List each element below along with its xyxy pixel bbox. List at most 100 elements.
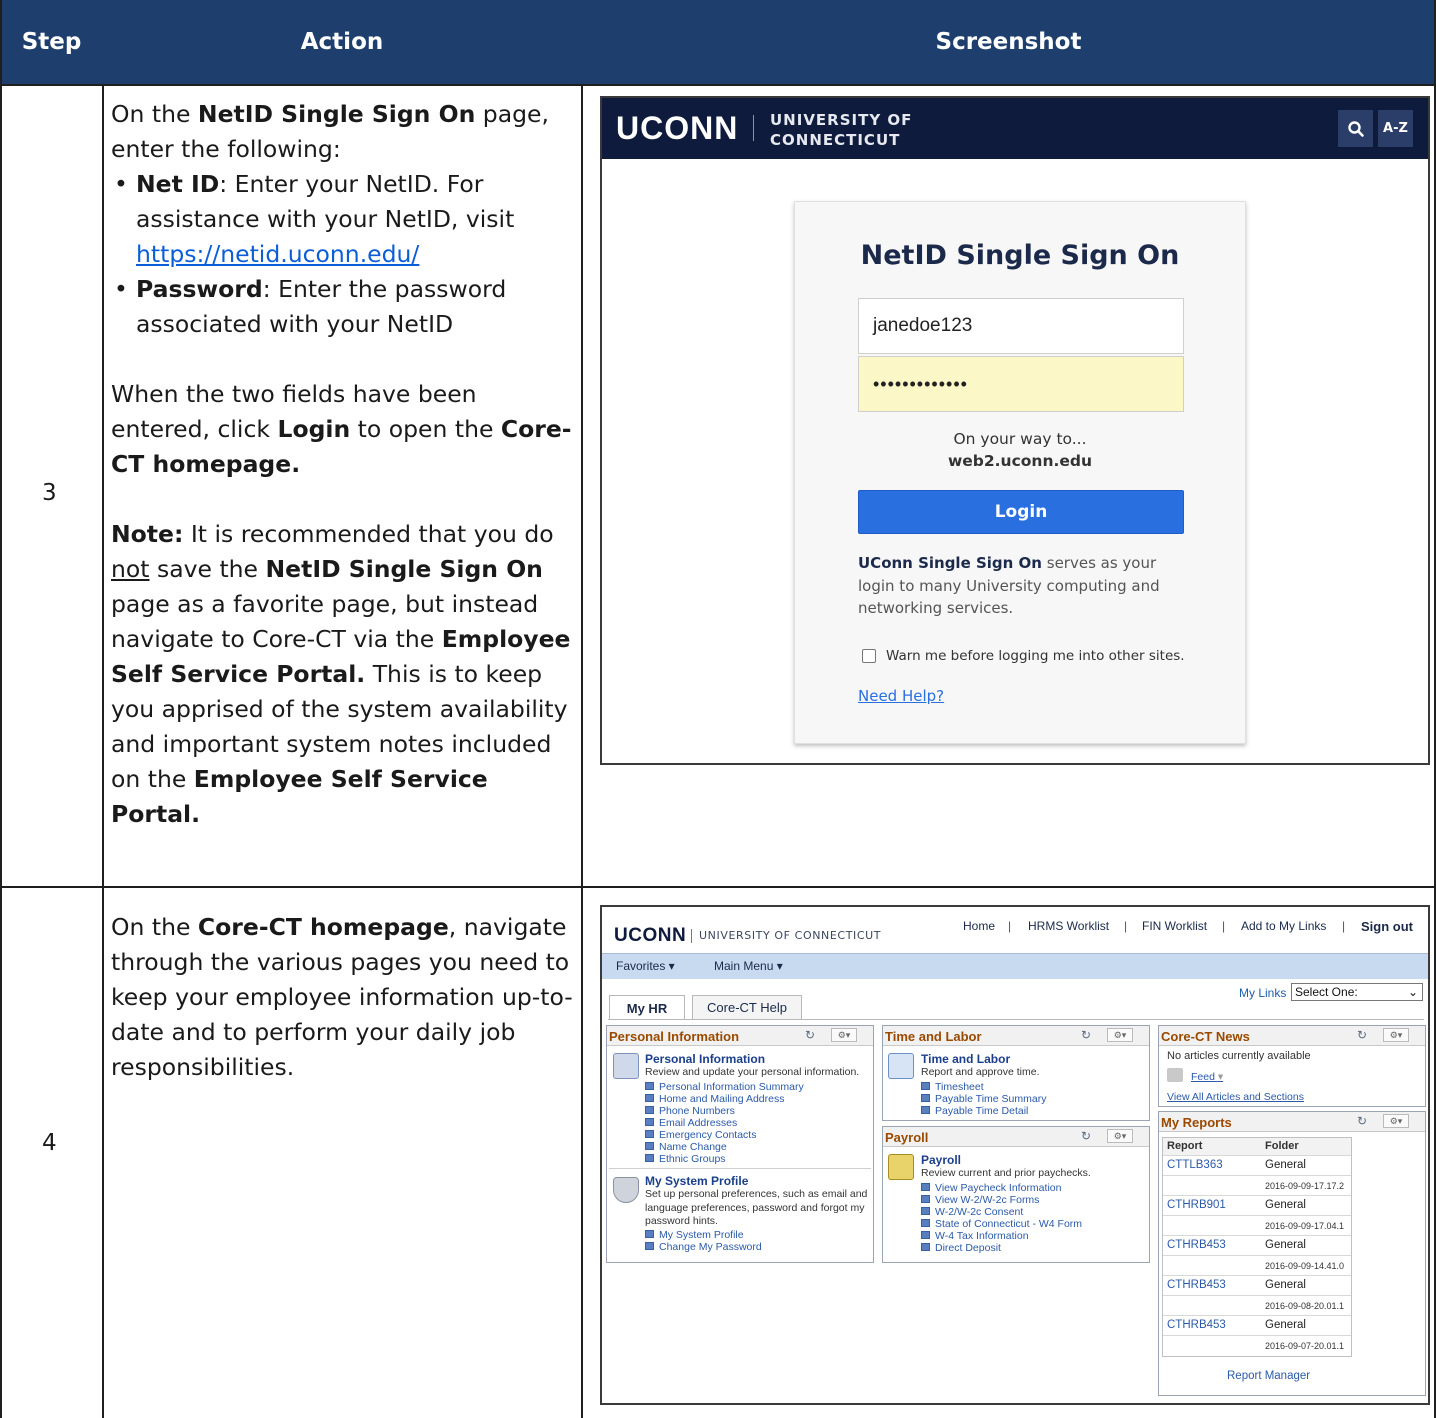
shield-icon bbox=[613, 1177, 639, 1203]
pagelet-corect-news: Core-CT News ↻ ⚙▾ No articles currently … bbox=[1158, 1025, 1426, 1107]
my-links-select[interactable]: Select One: ⌄ bbox=[1291, 983, 1423, 1001]
netid-help-link[interactable]: https://netid.uconn.edu/ bbox=[136, 240, 419, 268]
block-description: Set up personal preferences, such as ema… bbox=[645, 1188, 868, 1227]
link-home-mailing-address[interactable]: Home and Mailing Address bbox=[645, 1093, 784, 1106]
link-ct-w4-form[interactable]: State of Connecticut - W4 Form bbox=[921, 1218, 1082, 1231]
link-phone-numbers[interactable]: Phone Numbers bbox=[645, 1105, 735, 1118]
link-w4-tax-info[interactable]: W-4 Tax Information bbox=[921, 1230, 1029, 1243]
refresh-icon[interactable]: ↻ bbox=[1081, 1129, 1091, 1143]
link-view-w2-forms[interactable]: View W-2/W-2c Forms bbox=[921, 1194, 1039, 1207]
block-title[interactable]: Payroll bbox=[921, 1153, 961, 1167]
feed-link[interactable]: Feed ▾ bbox=[1191, 1071, 1223, 1084]
step-number: 3 bbox=[42, 480, 57, 506]
warn-checkbox[interactable] bbox=[862, 649, 876, 663]
block-title[interactable]: Personal Information bbox=[645, 1052, 765, 1066]
link-w2-consent[interactable]: W-2/W-2c Consent bbox=[921, 1206, 1023, 1219]
block-description: Report and approve time. bbox=[921, 1066, 1040, 1078]
menu-main-menu[interactable]: Main Menu ▾ bbox=[714, 959, 783, 973]
report-manager-link[interactable]: Report Manager bbox=[1227, 1370, 1310, 1383]
link-timesheet[interactable]: Timesheet bbox=[921, 1081, 984, 1094]
table-row[interactable]: CTHRB901 General bbox=[1163, 1196, 1351, 1216]
link-personal-info-summary[interactable]: Personal Information Summary bbox=[645, 1081, 804, 1094]
pagelet-time-and-labor: Time and Labor ↻ ⚙▾ Time and Labor Repor… bbox=[882, 1025, 1150, 1121]
nav-sign-out[interactable]: Sign out bbox=[1361, 919, 1413, 934]
login-button[interactable]: Login bbox=[858, 490, 1184, 534]
table-row[interactable]: CTHRB453 General bbox=[1163, 1316, 1351, 1336]
table-header-row: Report Folder bbox=[1163, 1138, 1351, 1156]
table-row: 2016-09-09-14.41.0 bbox=[1163, 1256, 1351, 1276]
refresh-icon[interactable]: ↻ bbox=[805, 1028, 815, 1042]
table-row[interactable]: CTHRB453 General bbox=[1163, 1276, 1351, 1296]
link-view-paycheck[interactable]: View Paycheck Information bbox=[921, 1182, 1061, 1195]
link-my-system-profile[interactable]: My System Profile bbox=[645, 1229, 744, 1242]
block-title[interactable]: My System Profile bbox=[645, 1174, 748, 1188]
netid-input[interactable]: janedoe123 bbox=[858, 298, 1184, 354]
pagelet-divider bbox=[609, 1168, 871, 1169]
link-change-password[interactable]: Change My Password bbox=[645, 1241, 762, 1254]
menu-bar: Favorites ▾ Main Menu ▾ bbox=[602, 953, 1428, 979]
logo-divider bbox=[753, 115, 754, 141]
pagelet-title: Personal Information bbox=[609, 1029, 740, 1044]
corect-top-bar: UCONN UNIVERSITY OF CONNECTICUT Home | H… bbox=[602, 907, 1428, 953]
grid-col1 bbox=[102, 84, 104, 1418]
password-input[interactable]: ••••••••••••• bbox=[858, 356, 1184, 412]
grid-col2 bbox=[581, 84, 583, 1418]
pagelet-title: Time and Labor bbox=[885, 1029, 982, 1044]
settings-icon[interactable]: ⚙▾ bbox=[831, 1028, 857, 1042]
netid-sso-screenshot: UCONN UNIVERSITY OF CONNECTICUT A-Z NetI… bbox=[600, 96, 1430, 765]
header-action: Action bbox=[300, 29, 384, 55]
link-ethnic-groups[interactable]: Ethnic Groups bbox=[645, 1153, 726, 1166]
nav-separator: | bbox=[1008, 919, 1012, 933]
column-report: Report bbox=[1167, 1140, 1203, 1152]
a-z-button[interactable]: A-Z bbox=[1378, 110, 1413, 147]
calendar-clock-icon bbox=[888, 1053, 914, 1079]
need-help-link[interactable]: Need Help? bbox=[858, 687, 944, 705]
table-row[interactable]: CTHRB453 General bbox=[1163, 1236, 1351, 1256]
nav-fin-worklist[interactable]: FIN Worklist bbox=[1142, 919, 1207, 933]
pagelet-header: My Reports ↻ ⚙▾ bbox=[1159, 1112, 1425, 1132]
university-name: UNIVERSITY OF CONNECTICUT bbox=[770, 111, 913, 149]
link-email-addresses[interactable]: Email Addresses bbox=[645, 1117, 737, 1130]
block-description: Review and update your personal informat… bbox=[645, 1066, 860, 1078]
link-payable-time-summary[interactable]: Payable Time Summary bbox=[921, 1093, 1046, 1106]
link-emergency-contacts[interactable]: Emergency Contacts bbox=[645, 1129, 756, 1142]
refresh-icon[interactable]: ↻ bbox=[1081, 1028, 1091, 1042]
refresh-icon[interactable]: ↻ bbox=[1357, 1114, 1367, 1128]
menu-favorites[interactable]: Favorites ▾ bbox=[616, 959, 675, 973]
pagelet-payroll: Payroll ↻ ⚙▾ Payroll Review current and … bbox=[882, 1126, 1150, 1263]
sso-description: UConn Single Sign On serves as your logi… bbox=[858, 554, 1160, 617]
university-name: UNIVERSITY OF CONNECTICUT bbox=[699, 929, 882, 942]
corect-homepage-screenshot: UCONN UNIVERSITY OF CONNECTICUT Home | H… bbox=[600, 905, 1430, 1405]
pagelet-title: Core-CT News bbox=[1161, 1029, 1250, 1044]
block-title[interactable]: Time and Labor bbox=[921, 1052, 1010, 1066]
column-folder: Folder bbox=[1265, 1140, 1299, 1152]
nav-hrms-worklist[interactable]: HRMS Worklist bbox=[1028, 919, 1109, 933]
header-screenshot: Screenshot bbox=[935, 29, 1082, 55]
search-button[interactable] bbox=[1338, 110, 1373, 147]
rss-feed-icon[interactable] bbox=[1167, 1068, 1183, 1082]
action-text-step4: On the Core-CT homepage, navigate throug… bbox=[111, 913, 573, 1081]
uconn-logo: UCONN bbox=[616, 110, 739, 146]
tab-my-hr[interactable]: My HR bbox=[609, 995, 685, 1020]
link-payable-time-detail[interactable]: Payable Time Detail bbox=[921, 1105, 1028, 1118]
warn-checkbox-row[interactable]: Warn me before logging me into other sit… bbox=[862, 648, 1185, 664]
destination-label: On your way to... bbox=[953, 430, 1087, 448]
settings-icon[interactable]: ⚙▾ bbox=[1107, 1028, 1133, 1042]
tab-corect-help[interactable]: Core-CT Help bbox=[692, 995, 802, 1019]
nav-home[interactable]: Home bbox=[963, 919, 995, 933]
link-name-change[interactable]: Name Change bbox=[645, 1141, 727, 1154]
uconn-logo: UCONN bbox=[614, 925, 687, 946]
pagelet-personal-information: Personal Information ↻ ⚙▾ Personal Infor… bbox=[606, 1025, 874, 1263]
settings-icon[interactable]: ⚙▾ bbox=[1383, 1114, 1409, 1128]
table-row: 2016-09-08-20.01.1 bbox=[1163, 1296, 1351, 1316]
settings-icon[interactable]: ⚙▾ bbox=[1383, 1028, 1409, 1042]
settings-icon[interactable]: ⚙▾ bbox=[1107, 1129, 1133, 1143]
table-row[interactable]: CTTLB363 General bbox=[1163, 1156, 1351, 1176]
nav-add-to-my-links[interactable]: Add to My Links bbox=[1241, 919, 1326, 933]
link-direct-deposit[interactable]: Direct Deposit bbox=[921, 1242, 1001, 1255]
pagelet-header: Personal Information ↻ ⚙▾ bbox=[607, 1026, 873, 1046]
uconn-header-bar: UCONN UNIVERSITY OF CONNECTICUT A-Z bbox=[602, 98, 1428, 159]
my-links-label[interactable]: My Links bbox=[1239, 986, 1286, 1000]
view-all-articles-link[interactable]: View All Articles and Sections bbox=[1167, 1091, 1304, 1104]
refresh-icon[interactable]: ↻ bbox=[1357, 1028, 1367, 1042]
